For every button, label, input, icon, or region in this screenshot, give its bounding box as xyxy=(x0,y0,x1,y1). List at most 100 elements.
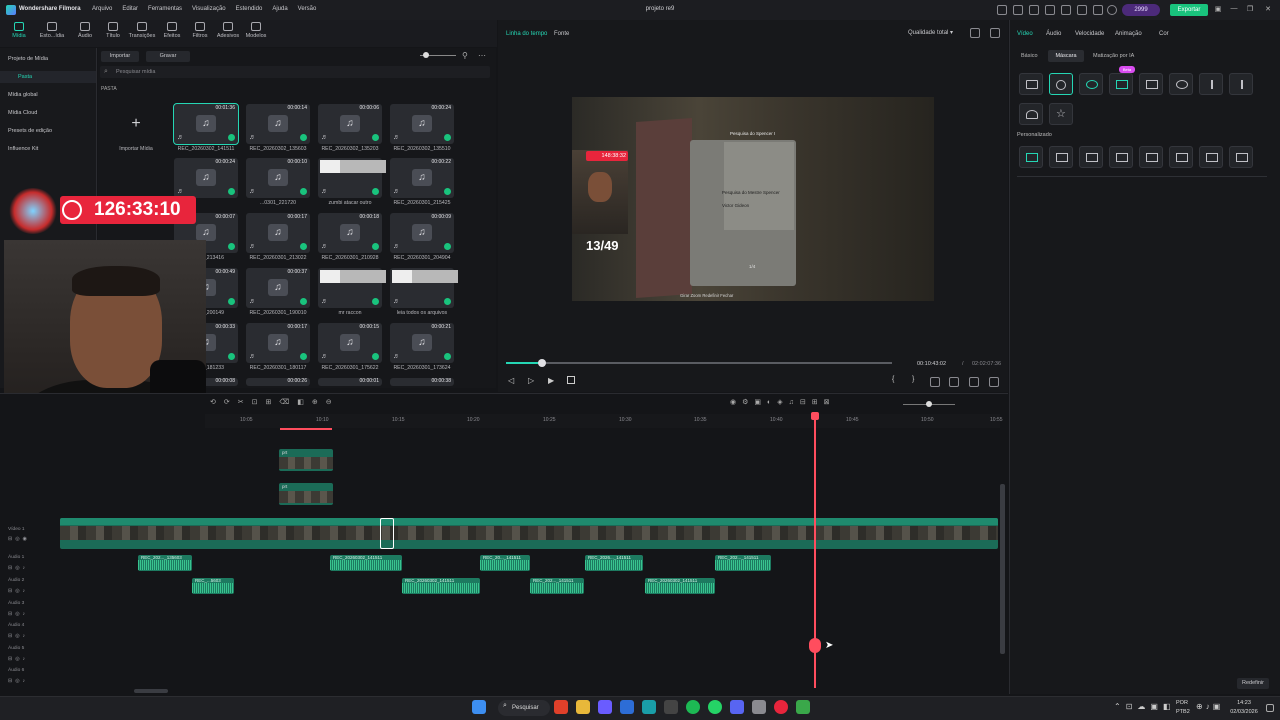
explorer-icon[interactable] xyxy=(576,700,590,714)
record-button[interactable]: Gravar xyxy=(146,51,190,62)
custom-mask-5[interactable] xyxy=(1139,146,1163,168)
mask-line-button[interactable] xyxy=(1199,73,1223,95)
menu-versao[interactable]: Versão xyxy=(298,6,317,12)
custom-mask-7[interactable] xyxy=(1199,146,1223,168)
timeline-hscrollbar[interactable] xyxy=(134,689,168,693)
tab-video[interactable]: Vídeo xyxy=(1017,31,1033,37)
subtab-basic[interactable]: Básico xyxy=(1021,53,1038,59)
play-icon[interactable]: ▶ xyxy=(548,376,554,385)
media-thumbnail[interactable]: ♫ ♬ 00:00:06 xyxy=(318,104,382,144)
system-tray-icons[interactable]: ⊕♪▣ xyxy=(1196,702,1223,711)
tool-transitions[interactable]: Transições xyxy=(125,22,159,39)
tab-timeline[interactable]: Linha do tempo xyxy=(506,31,547,37)
custom-mask-6[interactable] xyxy=(1169,146,1193,168)
gift-icon[interactable] xyxy=(997,5,1007,15)
mark-out-icon[interactable]: } xyxy=(912,376,914,383)
playhead-handle[interactable] xyxy=(811,412,819,420)
headset-icon[interactable] xyxy=(1061,5,1071,15)
selected-clip-outline[interactable] xyxy=(380,518,394,549)
search-input[interactable]: Pesquisar mídia xyxy=(100,66,490,78)
import-media-tile[interactable]: + xyxy=(104,104,168,144)
layout-icon[interactable]: ▣ xyxy=(1212,5,1224,15)
media-thumbnail[interactable]: ♬ xyxy=(318,158,386,198)
tab-animation[interactable]: Animação xyxy=(1115,31,1142,37)
media-thumbnail[interactable]: ♫ ♬ 00:00:37 xyxy=(246,268,310,308)
import-button[interactable]: Importar xyxy=(101,51,139,62)
media-thumbnail[interactable]: ♫ ♬ 00:00:24 xyxy=(390,104,454,144)
zoom-display-icon[interactable] xyxy=(930,377,940,387)
notification-center-icon[interactable] xyxy=(1266,704,1274,712)
audio-clip[interactable]: REC_2026..._141511 xyxy=(585,555,643,571)
playhead-bottom-handle[interactable] xyxy=(809,638,821,653)
custom-mask-3[interactable] xyxy=(1079,146,1103,168)
timeline-zoom-knob[interactable] xyxy=(926,401,932,407)
track-controls[interactable]: ⊟◎♪ xyxy=(8,611,28,617)
preview-scrub-knob[interactable] xyxy=(538,359,546,367)
app-icon[interactable] xyxy=(598,700,612,714)
camera-icon[interactable] xyxy=(949,377,959,387)
quality-dropdown[interactable]: Qualidade total ▾ xyxy=(908,29,953,36)
media-thumbnail[interactable]: ♫ ♬ 00:01:36 xyxy=(173,103,239,145)
sidebar-item-influence-kit[interactable]: Influence Kit xyxy=(8,146,38,152)
mask-import-button[interactable] xyxy=(1019,73,1043,95)
media-thumbnail[interactable]: 00:00:01 xyxy=(318,378,382,386)
menu-estendido[interactable]: Estendido xyxy=(236,6,263,12)
audio-clip[interactable]: REC_202..._141511 xyxy=(715,555,771,571)
spotify-icon[interactable] xyxy=(686,700,700,714)
tab-speed[interactable]: Velocidade xyxy=(1075,31,1104,37)
audio-clip[interactable]: REC_202..._141511 xyxy=(530,578,584,594)
media-thumbnail[interactable]: ♫ ♬ 00:00:18 xyxy=(318,213,382,253)
steam-icon[interactable] xyxy=(620,700,634,714)
minimize-button[interactable]: — xyxy=(1228,5,1240,15)
media-thumbnail[interactable]: ♬ xyxy=(390,268,458,308)
mark-in-icon[interactable]: { xyxy=(892,376,894,383)
subtab-mask[interactable]: Máscara xyxy=(1048,50,1084,62)
media-thumbnail[interactable]: ♫ ♬ 00:00:14 xyxy=(246,104,310,144)
upload-icon[interactable] xyxy=(1013,5,1023,15)
track-controls[interactable]: ⊟◎♪ xyxy=(8,588,28,594)
app-icon[interactable] xyxy=(664,700,678,714)
custom-mask-4[interactable] xyxy=(1109,146,1133,168)
mask-rectangle-button[interactable] xyxy=(1139,73,1163,95)
obs-icon[interactable] xyxy=(774,700,788,714)
mask-ellipse-button[interactable] xyxy=(1169,73,1193,95)
zoom-slider-knob[interactable] xyxy=(423,52,429,58)
timeline-tools[interactable]: ⟲⟳✂⊡⊞⌫◧⊕⊖ xyxy=(210,398,340,406)
media-thumbnail[interactable]: ♫ ♬ 00:00:24 xyxy=(174,158,238,198)
tool-templates[interactable]: Modelos xyxy=(239,22,273,39)
discord-icon[interactable] xyxy=(730,700,744,714)
overlay-clip[interactable]: prt xyxy=(279,483,333,505)
subtab-ai-matte[interactable]: Matização por IA xyxy=(1093,53,1134,59)
sidebar-item-cloud-media[interactable]: Mídia Cloud xyxy=(8,110,37,116)
volume-icon[interactable] xyxy=(969,377,979,387)
filmora-taskbar-icon[interactable] xyxy=(642,700,656,714)
sidebar-item-folder[interactable]: Pasta xyxy=(0,71,96,83)
media-thumbnail[interactable]: 00:00:38 xyxy=(390,378,454,386)
menu-ferramentas[interactable]: Ferramentas xyxy=(148,6,182,12)
tool-midia[interactable]: Mídia xyxy=(2,22,36,39)
export-button[interactable]: Exportar xyxy=(1170,4,1208,16)
track-controls[interactable]: ⊟◎♪ xyxy=(8,633,28,639)
custom-mask-2[interactable] xyxy=(1049,146,1073,168)
avatar[interactable] xyxy=(1107,5,1117,15)
close-button[interactable]: ✕ xyxy=(1262,5,1274,15)
media-thumbnail[interactable]: ♫ ♬ 00:00:22 xyxy=(390,158,454,198)
track-controls[interactable]: ⊟◎◉ xyxy=(8,536,30,542)
media-thumbnail[interactable]: ♫ ♬ 00:00:15 xyxy=(318,323,382,363)
notification-icon[interactable] xyxy=(1077,5,1087,15)
snapshot-icon[interactable] xyxy=(990,28,1000,38)
timeline-vscrollbar[interactable] xyxy=(1000,484,1005,654)
media-thumbnail[interactable]: ♫ ♬ 00:00:17 xyxy=(246,323,310,363)
media-thumbnail[interactable]: ♫ ♬ 00:00:09 xyxy=(390,213,454,253)
custom-mask-1[interactable] xyxy=(1019,146,1043,168)
audio-clip[interactable]: REC_20260302_141511 xyxy=(330,555,402,571)
clock-date[interactable]: 02/03/2026 xyxy=(1227,709,1261,715)
mask-ai-button[interactable] xyxy=(1079,73,1103,95)
media-thumbnail[interactable]: ♫ ♬ 00:00:17 xyxy=(246,213,310,253)
media-thumbnail[interactable]: ♫ ♬ 00:00:10 xyxy=(246,158,310,198)
cloud-icon[interactable] xyxy=(1093,5,1103,15)
mask-none-button[interactable] xyxy=(1049,73,1073,95)
language-indicator[interactable]: POR xyxy=(1176,700,1188,706)
sidebar-item-edit-presets[interactable]: Presets de edição xyxy=(8,128,52,134)
tab-source[interactable]: Fonte xyxy=(554,31,569,37)
